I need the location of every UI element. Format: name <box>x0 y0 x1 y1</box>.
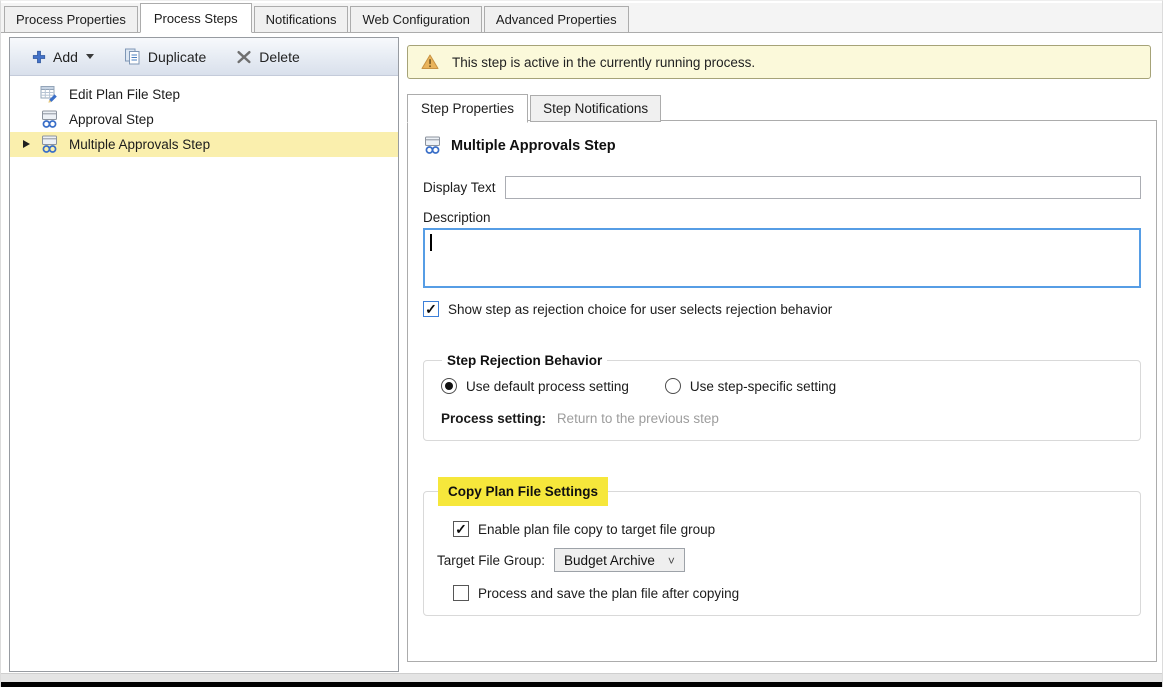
process-setting-label: Process setting: <box>441 411 546 426</box>
delete-button-label: Delete <box>259 49 299 65</box>
target-file-group-select[interactable]: Budget Archive <box>554 548 685 572</box>
process-setting-value: Return to the previous step <box>557 411 719 426</box>
tab-label: Step Properties <box>421 101 514 116</box>
app-window: Process Properties Process Steps Notific… <box>0 0 1163 687</box>
duplicate-button-label: Duplicate <box>148 49 206 65</box>
tab-label: Step Notifications <box>543 101 648 116</box>
main-tabstrip: Process Properties Process Steps Notific… <box>1 3 1162 33</box>
description-textarea[interactable] <box>423 228 1141 288</box>
duplicate-icon <box>124 48 141 65</box>
checkbox-label: Process and save the plan file after cop… <box>478 586 739 601</box>
step-tabstrip: Step Properties Step Notifications <box>407 94 663 122</box>
display-text-label: Display Text <box>423 180 496 195</box>
radio-icon <box>441 378 457 394</box>
tab-label: Process Properties <box>16 12 126 27</box>
radio-use-default-process-setting[interactable]: Use default process setting <box>441 378 629 394</box>
expander-icon <box>23 140 30 148</box>
checkbox-icon <box>423 301 439 317</box>
tab-label: Process Steps <box>154 11 238 26</box>
checkbox-icon <box>453 521 469 537</box>
step-label: Approval Step <box>69 112 154 127</box>
tab-step-notifications[interactable]: Step Notifications <box>530 95 661 122</box>
display-text-input[interactable] <box>505 176 1141 199</box>
target-file-group-label: Target File Group: <box>437 553 545 568</box>
steps-list: Edit Plan File Step Approval Step <box>10 76 398 157</box>
step-properties-page: Multiple Approvals Step Display Text Des… <box>407 120 1157 662</box>
tab-notifications[interactable]: Notifications <box>254 6 349 32</box>
warning-text: This step is active in the currently run… <box>452 55 755 70</box>
group-title: Step Rejection Behavior <box>442 353 607 368</box>
list-item-multiple-approvals-step[interactable]: Multiple Approvals Step <box>10 132 398 157</box>
tab-web-configuration[interactable]: Web Configuration <box>350 6 481 32</box>
process-setting-row: Process setting: Return to the previous … <box>441 411 1128 426</box>
radio-use-step-specific-setting[interactable]: Use step-specific setting <box>665 378 836 394</box>
checkbox-icon <box>453 585 469 601</box>
combobox-value: Budget Archive <box>564 553 655 568</box>
tab-step-properties[interactable]: Step Properties <box>407 94 528 123</box>
warning-icon <box>421 54 439 70</box>
warning-banner: This step is active in the currently run… <box>407 45 1151 79</box>
enable-plan-file-copy-checkbox[interactable]: Enable plan file copy to target file gro… <box>453 521 1128 537</box>
radio-label: Use step-specific setting <box>690 379 836 394</box>
step-label: Multiple Approvals Step <box>69 137 210 152</box>
target-file-group-row: Target File Group: Budget Archive <box>437 548 1128 572</box>
steps-toolbar: Add Duplicate <box>10 38 398 76</box>
steps-panel: Add Duplicate <box>9 37 399 672</box>
window-bottom-edge <box>1 682 1162 687</box>
add-button-label: Add <box>53 49 78 65</box>
approval-step-icon <box>40 110 59 129</box>
tab-process-steps[interactable]: Process Steps <box>140 3 252 33</box>
checkbox-label: Show step as rejection choice for user s… <box>448 302 832 317</box>
rejection-choice-checkbox[interactable]: Show step as rejection choice for user s… <box>423 301 1141 317</box>
process-and-save-checkbox[interactable]: Process and save the plan file after cop… <box>453 585 1128 601</box>
plus-icon <box>32 50 46 64</box>
edit-plan-file-icon <box>40 85 59 104</box>
group-title-highlighted: Copy Plan File Settings <box>438 477 608 506</box>
approval-step-icon <box>423 136 442 155</box>
list-item-approval-step[interactable]: Approval Step <box>10 107 398 132</box>
step-detail-panel: This step is active in the currently run… <box>407 37 1157 672</box>
display-text-row: Display Text <box>423 176 1141 199</box>
approval-step-icon <box>40 135 59 154</box>
tab-advanced-properties[interactable]: Advanced Properties <box>484 6 629 32</box>
tab-label: Notifications <box>266 12 337 27</box>
delete-x-icon <box>236 49 252 65</box>
radio-icon <box>665 378 681 394</box>
checkbox-label: Enable plan file copy to target file gro… <box>478 522 715 537</box>
description-label: Description <box>423 210 1141 225</box>
step-title: Multiple Approvals Step <box>451 138 616 154</box>
tab-label: Web Configuration <box>362 12 469 27</box>
delete-button[interactable]: Delete <box>236 49 299 65</box>
radio-label: Use default process setting <box>466 379 629 394</box>
window-bottom-strip <box>1 673 1162 682</box>
step-label: Edit Plan File Step <box>69 87 180 102</box>
tab-label: Advanced Properties <box>496 12 617 27</box>
step-rejection-behavior-group: Step Rejection Behavior Use default proc… <box>423 353 1141 441</box>
add-button[interactable]: Add <box>32 49 94 65</box>
caret-down-icon <box>86 54 94 59</box>
chevron-down-icon <box>668 553 675 568</box>
text-caret <box>430 234 432 251</box>
duplicate-button[interactable]: Duplicate <box>124 48 206 65</box>
step-header: Multiple Approvals Step <box>423 136 1141 155</box>
rejection-radio-group: Use default process setting Use step-spe… <box>441 378 1128 394</box>
list-item-edit-plan-file-step[interactable]: Edit Plan File Step <box>10 82 398 107</box>
copy-plan-file-settings-group: Copy Plan File Settings Enable plan file… <box>423 477 1141 616</box>
tab-process-properties[interactable]: Process Properties <box>4 6 138 32</box>
